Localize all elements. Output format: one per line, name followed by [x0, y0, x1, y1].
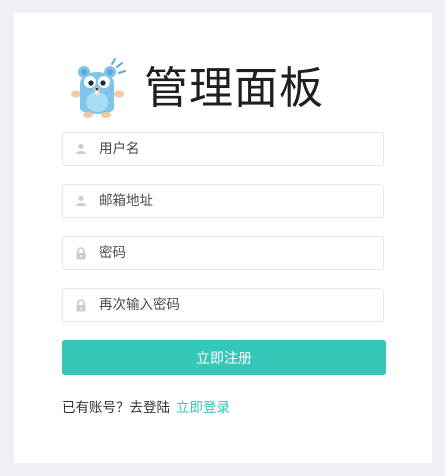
username-field[interactable]	[62, 132, 384, 166]
confirm-password-field[interactable]	[62, 288, 384, 322]
login-prompt-text: 已有账号？去登陆	[62, 400, 170, 416]
register-button[interactable]: 立即注册	[62, 340, 386, 375]
login-link[interactable]: 立即登录	[176, 396, 230, 416]
confirm-password-input[interactable]	[99, 297, 379, 313]
page-title: 管理面板	[144, 63, 324, 114]
email-input[interactable]	[99, 193, 379, 209]
lock-icon	[73, 245, 89, 261]
login-prompt: 已有账号？去登陆 立即登录	[62, 396, 230, 416]
lock-icon	[73, 297, 89, 313]
password-input[interactable]	[99, 245, 379, 261]
username-input[interactable]	[99, 141, 379, 157]
email-field[interactable]	[62, 184, 384, 218]
user-icon	[73, 141, 89, 157]
password-field[interactable]	[62, 236, 384, 270]
user-icon	[73, 193, 89, 209]
gopher-mascot-icon	[71, 58, 126, 118]
header: 管理面板	[66, 46, 324, 132]
